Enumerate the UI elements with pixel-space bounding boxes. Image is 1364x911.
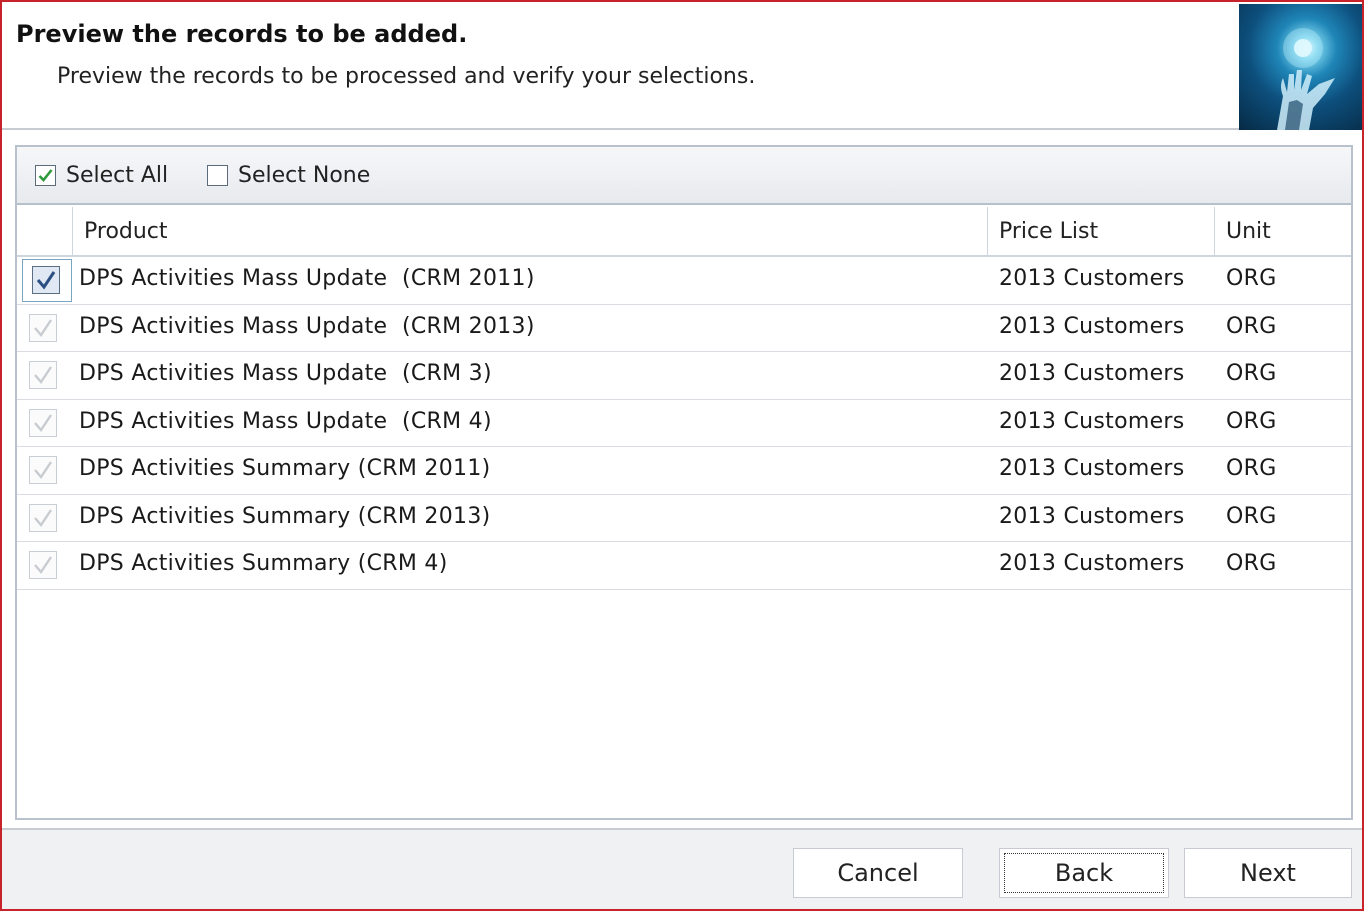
check-mark-icon — [34, 461, 52, 479]
cell-price-list: 2013 Customers — [999, 361, 1185, 386]
cell-price-list: 2013 Customers — [999, 408, 1185, 434]
row-checkbox-checked-icon[interactable] — [29, 313, 57, 342]
wizard-header: Preview the records to be added. Preview… — [2, 2, 1362, 130]
cell-product: DPS Activities Mass Update (CRM 2013) — [79, 313, 535, 339]
cell-product: DPS Activities Mass Update (CRM 4) — [79, 408, 492, 434]
row-selection-cell[interactable] — [29, 408, 57, 437]
next-button[interactable]: Next — [1184, 848, 1352, 898]
cell-unit: ORG — [1226, 313, 1277, 339]
table-row[interactable]: DPS Activities Summary (CRM 4) 2013 Cust… — [17, 542, 1351, 590]
checkbox-empty-icon[interactable] — [207, 165, 228, 186]
cell-product: DPS Activities Summary (CRM 4) — [79, 551, 448, 576]
row-checkbox-checked-icon[interactable] — [29, 456, 57, 484]
column-header-unit[interactable]: Unit — [1226, 219, 1271, 244]
focus-rectangle — [1004, 853, 1164, 893]
cell-product: DPS Activities Mass Update (CRM 3) — [79, 361, 492, 386]
hand-light-image — [1239, 4, 1362, 130]
column-divider[interactable] — [1214, 207, 1215, 257]
row-checkbox-checked-icon[interactable] — [29, 551, 57, 579]
back-button[interactable]: Back — [999, 848, 1169, 898]
cell-price-list: 2013 Customers — [999, 503, 1185, 529]
select-all-label: Select All — [66, 163, 169, 188]
row-checkbox-checked-icon[interactable] — [29, 408, 57, 437]
check-mark-icon — [34, 508, 52, 527]
cell-unit: ORG — [1226, 408, 1277, 434]
wizard-footer: Cancel Back Next — [2, 828, 1362, 909]
check-mark-icon — [34, 413, 52, 432]
table-row[interactable]: DPS Activities Mass Update (CRM 3) 2013 … — [17, 352, 1351, 400]
grid-body: DPS Activities Mass Update (CRM 2011) 20… — [17, 257, 1351, 590]
row-selection-cell[interactable] — [22, 259, 72, 302]
row-checkbox-checked-icon[interactable] — [32, 266, 60, 294]
cell-product: DPS Activities Summary (CRM 2013) — [79, 503, 491, 529]
check-mark-icon — [38, 169, 53, 182]
row-selection-cell[interactable] — [29, 313, 57, 342]
select-none-label: Select None — [238, 163, 371, 188]
table-row[interactable]: DPS Activities Summary (CRM 2013) 2013 C… — [17, 494, 1351, 542]
select-all-option[interactable]: Select All — [35, 163, 168, 188]
column-divider[interactable] — [987, 207, 988, 257]
checkbox-checked-icon[interactable] — [35, 165, 56, 186]
wizard-window: Preview the records to be added. Preview… — [0, 0, 1364, 911]
row-selection-cell[interactable] — [29, 551, 57, 579]
check-mark-icon — [36, 271, 56, 290]
select-none-option[interactable]: Select None — [207, 163, 370, 188]
cell-price-list: 2013 Customers — [999, 456, 1185, 481]
cell-product: DPS Activities Summary (CRM 2011) — [79, 456, 491, 481]
table-row[interactable]: DPS Activities Summary (CRM 2011) 2013 C… — [17, 447, 1351, 495]
records-grid: Select All Select None Product Price Lis… — [15, 145, 1353, 820]
cell-unit: ORG — [1226, 361, 1277, 386]
column-header-price-list[interactable]: Price List — [999, 219, 1098, 244]
check-mark-icon — [34, 556, 52, 574]
column-divider — [72, 207, 73, 257]
table-row[interactable]: DPS Activities Mass Update (CRM 2011) 20… — [17, 257, 1351, 305]
table-row[interactable]: DPS Activities Mass Update (CRM 4) 2013 … — [17, 399, 1351, 447]
cell-unit: ORG — [1226, 551, 1277, 576]
page-title: Preview the records to be added. — [16, 20, 468, 48]
row-checkbox-checked-icon[interactable] — [29, 503, 57, 532]
cell-price-list: 2013 Customers — [999, 313, 1185, 339]
cell-unit: ORG — [1226, 503, 1277, 529]
column-header-product[interactable]: Product — [84, 219, 168, 244]
row-checkbox-checked-icon[interactable] — [29, 361, 57, 389]
cell-price-list: 2013 Customers — [999, 551, 1185, 576]
cell-product: DPS Activities Mass Update (CRM 2011) — [79, 266, 535, 291]
check-mark-icon — [34, 366, 52, 384]
row-selection-cell[interactable] — [29, 503, 57, 532]
table-row[interactable]: DPS Activities Mass Update (CRM 2013) 20… — [17, 304, 1351, 352]
hand-light-graphic — [1277, 28, 1335, 130]
cell-unit: ORG — [1226, 456, 1277, 481]
cancel-button[interactable]: Cancel — [793, 848, 963, 898]
cell-price-list: 2013 Customers — [999, 266, 1185, 291]
selection-toolbar: Select All Select None — [17, 147, 1351, 205]
row-selection-cell[interactable] — [29, 361, 57, 389]
cell-unit: ORG — [1226, 266, 1277, 291]
check-mark-icon — [34, 318, 52, 337]
row-selection-cell[interactable] — [29, 456, 57, 484]
grid-header-row: Product Price List Unit — [17, 207, 1351, 257]
page-subtitle: Preview the records to be processed and … — [57, 64, 756, 89]
